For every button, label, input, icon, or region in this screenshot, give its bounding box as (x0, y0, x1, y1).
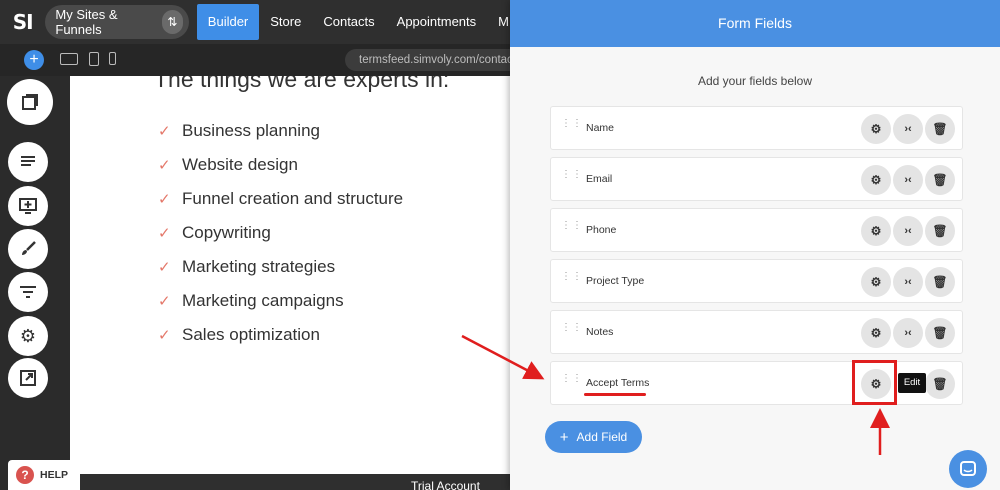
annotation-arrows (461, 334, 890, 455)
arrow-to-accept-terms (461, 334, 545, 380)
